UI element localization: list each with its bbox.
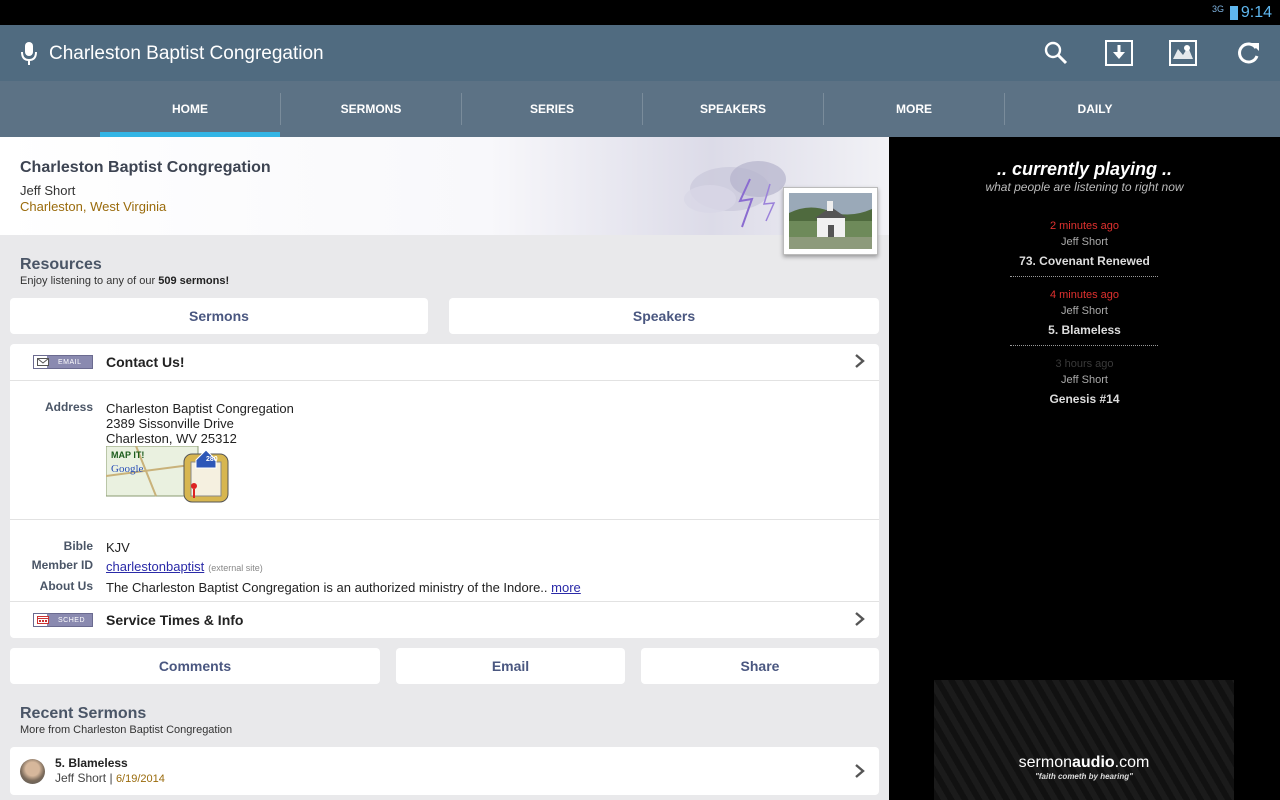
google-maps-logo: Google bbox=[111, 463, 144, 475]
mic-icon[interactable] bbox=[20, 41, 38, 67]
church-photo[interactable] bbox=[783, 187, 878, 255]
status-bar: 3G 9:14 bbox=[0, 0, 1280, 25]
playing-item[interactable]: 2 minutes ago Jeff Short 73. Covenant Re… bbox=[889, 220, 1280, 268]
app-title: Charleston Baptist Congregation bbox=[49, 43, 324, 64]
recent-sermons-subtitle: More from Charleston Baptist Congregatio… bbox=[20, 724, 233, 736]
divider bbox=[1010, 345, 1158, 346]
playing-time: 4 minutes ago bbox=[1049, 289, 1120, 301]
speakers-button[interactable]: Speakers bbox=[449, 298, 879, 334]
resources-title: Resources bbox=[20, 256, 102, 273]
contact-us-row[interactable]: EMAIL Contact Us! bbox=[10, 344, 879, 380]
playing-sermon[interactable]: Genesis #14 bbox=[889, 392, 1280, 406]
battery-icon bbox=[1230, 6, 1238, 20]
divider bbox=[10, 380, 879, 381]
download-icon[interactable] bbox=[1103, 37, 1135, 69]
contact-card: EMAIL Contact Us! Address Charleston Bap… bbox=[10, 344, 879, 638]
currently-playing-subtitle: what people are listening to right now bbox=[985, 180, 1184, 194]
chevron-right-icon bbox=[855, 764, 865, 778]
sermon-date: 6/19/2014 bbox=[115, 773, 165, 785]
tab-daily[interactable]: DAILY bbox=[1005, 81, 1185, 137]
divider bbox=[10, 519, 879, 520]
sermon-meta: Jeff Short | 6/19/2014 bbox=[55, 771, 165, 785]
action-bar: Charleston Baptist Congregation bbox=[0, 25, 1280, 81]
bible-label: Bible bbox=[63, 539, 93, 553]
bible-value: KJV bbox=[106, 540, 130, 555]
main-panel: Charleston Baptist Congregation Jeff Sho… bbox=[0, 137, 889, 800]
about-us-value: The Charleston Baptist Congregation is a… bbox=[106, 580, 581, 595]
status-clock: 9:14 bbox=[1240, 4, 1272, 21]
brand-tagline: "faith cometh by hearing" bbox=[1035, 772, 1133, 781]
tab-bar: HOME SERMONS SERIES SPEAKERS MORE DAILY bbox=[0, 81, 1280, 137]
currently-playing-panel: .. currently playing .. what people are … bbox=[889, 137, 1280, 800]
address-line-1: Charleston Baptist Congregation bbox=[106, 401, 294, 416]
address-line-3: Charleston, WV 25312 bbox=[106, 431, 237, 446]
tab-more[interactable]: MORE bbox=[824, 81, 1004, 137]
playing-time: 2 minutes ago bbox=[1049, 220, 1120, 232]
external-site-note: (external site) bbox=[208, 563, 263, 573]
sermons-button[interactable]: Sermons bbox=[10, 298, 428, 334]
speaker-avatar bbox=[20, 759, 45, 784]
tab-sermons[interactable]: SERMONS bbox=[281, 81, 461, 137]
playing-sermon[interactable]: 5. Blameless bbox=[889, 323, 1280, 337]
member-id-value: charlestonbaptist (external site) bbox=[106, 559, 263, 574]
member-id-label: Member ID bbox=[31, 558, 93, 572]
address-line-2: 2389 Sissonville Drive bbox=[106, 416, 234, 431]
highway-sign: 280 bbox=[206, 456, 218, 463]
email-button[interactable]: Email bbox=[396, 648, 625, 684]
tab-speakers[interactable]: SPEAKERS bbox=[643, 81, 823, 137]
storm-cloud-icon bbox=[680, 149, 800, 244]
recent-sermons-title: Recent Sermons bbox=[20, 705, 147, 722]
member-id-link[interactable]: charlestonbaptist bbox=[106, 559, 204, 574]
search-icon[interactable] bbox=[1040, 37, 1072, 69]
playing-item[interactable]: 4 minutes ago Jeff Short 5. Blameless bbox=[889, 289, 1280, 337]
brand-name: sermonaudio.com bbox=[1018, 754, 1150, 771]
contact-us-label: Contact Us! bbox=[106, 354, 185, 370]
sermon-title: 5. Blameless bbox=[55, 756, 128, 770]
resources-subtitle: Enjoy listening to any of our 509 sermon… bbox=[20, 275, 230, 287]
refresh-icon[interactable] bbox=[1232, 37, 1264, 69]
church-location: Charleston, West Virginia bbox=[20, 199, 167, 214]
playing-time: 3 hours ago bbox=[1055, 358, 1114, 370]
playing-speaker: Jeff Short bbox=[1061, 305, 1108, 317]
address-label: Address bbox=[44, 400, 93, 414]
tab-home[interactable]: HOME bbox=[100, 81, 280, 137]
network-indicator: 3G bbox=[1211, 4, 1224, 14]
about-us-label: About Us bbox=[39, 579, 93, 593]
sermonaudio-logo: sermonaudio.com "faith cometh by hearing… bbox=[934, 680, 1234, 800]
playing-item[interactable]: 3 hours ago Jeff Short Genesis #14 bbox=[889, 358, 1280, 406]
tab-series[interactable]: SERIES bbox=[462, 81, 642, 137]
service-times-label: Service Times & Info bbox=[106, 612, 244, 628]
service-times-row[interactable]: SCHED Service Times & Info bbox=[10, 602, 879, 638]
schedule-badge-icon: SCHED bbox=[33, 613, 93, 627]
currently-playing-title: .. currently playing .. bbox=[996, 159, 1173, 179]
chevron-right-icon bbox=[855, 612, 865, 626]
share-button[interactable]: Share bbox=[641, 648, 879, 684]
divider bbox=[1010, 276, 1158, 277]
about-more-link[interactable]: more bbox=[551, 580, 581, 595]
comments-button[interactable]: Comments bbox=[10, 648, 380, 684]
playing-sermon[interactable]: 73. Covenant Renewed bbox=[889, 254, 1280, 268]
playing-speaker: Jeff Short bbox=[1061, 236, 1108, 248]
sermon-count: 509 sermons! bbox=[158, 275, 230, 287]
email-badge-icon: EMAIL bbox=[33, 355, 93, 369]
sermon-list-item[interactable]: 5. Blameless Jeff Short | 6/19/2014 bbox=[10, 747, 879, 795]
playing-speaker: Jeff Short bbox=[1061, 374, 1108, 386]
map-icon[interactable] bbox=[1167, 37, 1199, 69]
map-it-button[interactable]: MAP IT! Google 280 bbox=[106, 446, 232, 504]
map-it-label: MAP IT! bbox=[111, 450, 145, 460]
pastor-name: Jeff Short bbox=[20, 183, 76, 198]
church-header: Charleston Baptist Congregation Jeff Sho… bbox=[0, 137, 889, 235]
church-name: Charleston Baptist Congregation bbox=[20, 159, 271, 176]
chevron-right-icon bbox=[855, 354, 865, 368]
